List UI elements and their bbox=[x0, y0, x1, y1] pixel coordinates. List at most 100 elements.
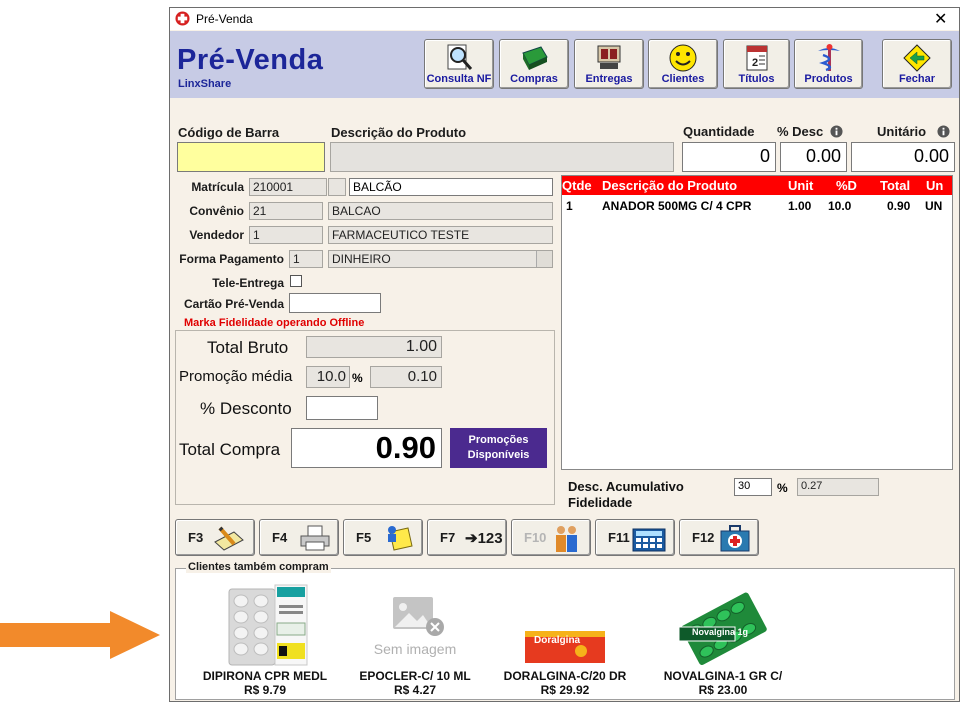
barcode-input[interactable] bbox=[177, 142, 325, 172]
f11-button[interactable]: F11 bbox=[595, 519, 675, 556]
row-total: 0.90 bbox=[887, 199, 911, 213]
f12-label: F12 bbox=[692, 530, 715, 545]
quantity-input[interactable]: 0 bbox=[682, 142, 776, 172]
consulta-nf-label: Consulta NF bbox=[426, 73, 492, 85]
promocao-label: Promoção média bbox=[179, 368, 293, 385]
promocoes-button[interactable]: Promoções Disponíveis bbox=[450, 428, 547, 468]
page-subtitle: LinxShare bbox=[178, 78, 232, 90]
f7-button[interactable]: F7 ➔123 bbox=[427, 519, 507, 556]
printer-icon bbox=[300, 525, 330, 551]
info-icon[interactable] bbox=[830, 125, 843, 138]
table-row[interactable]: 1 ANADOR 500MG C/ 4 CPR 1.00 10.0 0.90 U… bbox=[562, 197, 952, 215]
info-icon[interactable] bbox=[937, 125, 950, 138]
col-qtde: Qtde bbox=[562, 178, 592, 193]
f10-button: F10 bbox=[511, 519, 591, 556]
convenio-name-field[interactable]: BALCAO bbox=[328, 202, 553, 220]
matricula-extra-field[interactable] bbox=[328, 178, 346, 196]
svg-text:2: 2 bbox=[752, 57, 758, 69]
convenio-code-field[interactable]: 21 bbox=[249, 202, 323, 220]
calculator-icon bbox=[632, 528, 666, 552]
pagamento-code-field[interactable]: 1 bbox=[289, 250, 323, 268]
product-desc-input[interactable] bbox=[330, 142, 674, 172]
product-desc-label: Descrição do Produto bbox=[331, 125, 467, 140]
items-grid: Qtde Descrição do Produto Unit %D Total … bbox=[561, 175, 953, 470]
novalgina-box-text: Novalgina 1g bbox=[692, 627, 749, 637]
produtos-button[interactable]: Produtos bbox=[794, 39, 863, 89]
pre-venda-window: Pré-Venda ✕ Pré-Venda LinxShare Consulta… bbox=[169, 7, 960, 702]
cash-register-icon bbox=[522, 46, 548, 70]
magnifier-icon bbox=[447, 44, 473, 70]
matricula-name-field[interactable]: BALCÃO bbox=[349, 178, 553, 196]
first-aid-kit-icon bbox=[720, 525, 750, 552]
matricula-code-field[interactable]: 210001 bbox=[249, 178, 327, 196]
caduceus-icon bbox=[817, 44, 840, 72]
f3-button[interactable]: F3 bbox=[175, 519, 255, 556]
pagamento-lookup-button[interactable] bbox=[536, 251, 552, 267]
total-compra-field: 0.90 bbox=[291, 428, 442, 468]
fidelidade-pct-sign: % bbox=[777, 481, 788, 495]
product-name: EPOCLER-C/ 10 ML bbox=[359, 669, 471, 683]
discount-input[interactable]: 0.00 bbox=[780, 142, 847, 172]
f12-button[interactable]: F12 bbox=[679, 519, 759, 556]
fidelidade-value-field: 0.27 bbox=[797, 478, 879, 496]
compras-label: Compras bbox=[510, 73, 558, 85]
fidelidade-label-2: Fidelidade bbox=[568, 495, 633, 510]
total-compra-label: Total Compra bbox=[179, 440, 281, 459]
promocao-pct-field: 10.0 bbox=[306, 366, 350, 388]
quantity-label: Quantidade bbox=[683, 124, 755, 139]
recommendations-panel: Clientes também compram DIPIRONA CPR MED bbox=[175, 561, 955, 700]
tele-entrega-checkbox[interactable] bbox=[290, 275, 302, 287]
row-unit: 1.00 bbox=[788, 199, 812, 213]
f5-button[interactable]: F5 bbox=[343, 519, 423, 556]
product-card[interactable]: Sem imagem EPOCLER-C/ 10 ML R$ 4.27 bbox=[340, 579, 490, 697]
recommendations-title: Clientes também compram bbox=[186, 561, 331, 573]
fechar-button[interactable]: Fechar bbox=[882, 39, 952, 89]
edit-pencil-icon bbox=[214, 526, 244, 551]
no-image-text: Sem imagem bbox=[373, 641, 457, 657]
close-button[interactable]: ✕ bbox=[934, 9, 947, 29]
consulta-nf-button[interactable]: Consulta NF bbox=[424, 39, 494, 89]
barcode-number-icon: ➔123 bbox=[465, 530, 503, 547]
delivery-phone-icon bbox=[597, 45, 621, 69]
entregas-label: Entregas bbox=[585, 73, 633, 85]
entregas-button[interactable]: Entregas bbox=[574, 39, 644, 89]
window-title: Pré-Venda bbox=[196, 12, 253, 26]
desconto-input[interactable] bbox=[306, 396, 378, 420]
cartao-input[interactable] bbox=[289, 293, 381, 313]
pointer-arrow-icon bbox=[0, 611, 160, 659]
f5-label: F5 bbox=[356, 530, 372, 545]
col-unit: Unit bbox=[788, 178, 814, 193]
fidelidade-pct-field[interactable]: 30 bbox=[734, 478, 772, 496]
vendedor-label: Vendedor bbox=[189, 228, 244, 242]
smiley-icon bbox=[669, 44, 697, 72]
vendedor-code-field[interactable]: 1 bbox=[249, 226, 323, 244]
titulos-button[interactable]: 2 Títulos bbox=[723, 39, 790, 89]
doralgina-product-image bbox=[525, 631, 605, 663]
unit-price-input[interactable]: 0.00 bbox=[851, 142, 955, 172]
f4-label: F4 bbox=[272, 530, 288, 545]
novalgina-product-image bbox=[678, 592, 767, 665]
col-total: Total bbox=[880, 178, 911, 193]
dipirona-product-image bbox=[228, 584, 308, 666]
totals-panel: Total Bruto 1.00 Promoção média 10.0 % 0… bbox=[175, 330, 555, 505]
f3-label: F3 bbox=[188, 530, 204, 545]
compras-button[interactable]: Compras bbox=[499, 39, 569, 89]
product-price: R$ 4.27 bbox=[393, 683, 437, 697]
product-card[interactable]: Doralgina DORALGINA-C/20 DR R$ 29.92 bbox=[490, 579, 640, 697]
header-bar: Pré-Venda LinxShare Consulta NF Compras bbox=[170, 31, 959, 98]
product-card[interactable]: DIPIRONA CPR MEDL R$ 9.79 bbox=[190, 579, 340, 697]
pagamento-name-field[interactable]: DINHEIRO bbox=[328, 250, 553, 268]
vendedor-name-field[interactable]: FARMACEUTICO TESTE bbox=[328, 226, 553, 244]
convenio-label: Convênio bbox=[189, 204, 244, 218]
clientes-label: Clientes bbox=[661, 73, 705, 85]
total-bruto-label: Total Bruto bbox=[207, 338, 289, 357]
product-name: DORALGINA-C/20 DR bbox=[503, 669, 627, 683]
f11-label: F11 bbox=[608, 530, 630, 545]
people-icon bbox=[556, 526, 577, 552]
product-card[interactable]: Novalgina 1g NOVALGINA-1 GR C/ R$ 23.00 bbox=[648, 579, 798, 697]
barcode-label: Código de Barra bbox=[178, 125, 280, 140]
clientes-button[interactable]: Clientes bbox=[648, 39, 718, 89]
exit-arrow-icon bbox=[903, 44, 931, 72]
col-un: Un bbox=[926, 178, 944, 193]
f4-button[interactable]: F4 bbox=[259, 519, 339, 556]
